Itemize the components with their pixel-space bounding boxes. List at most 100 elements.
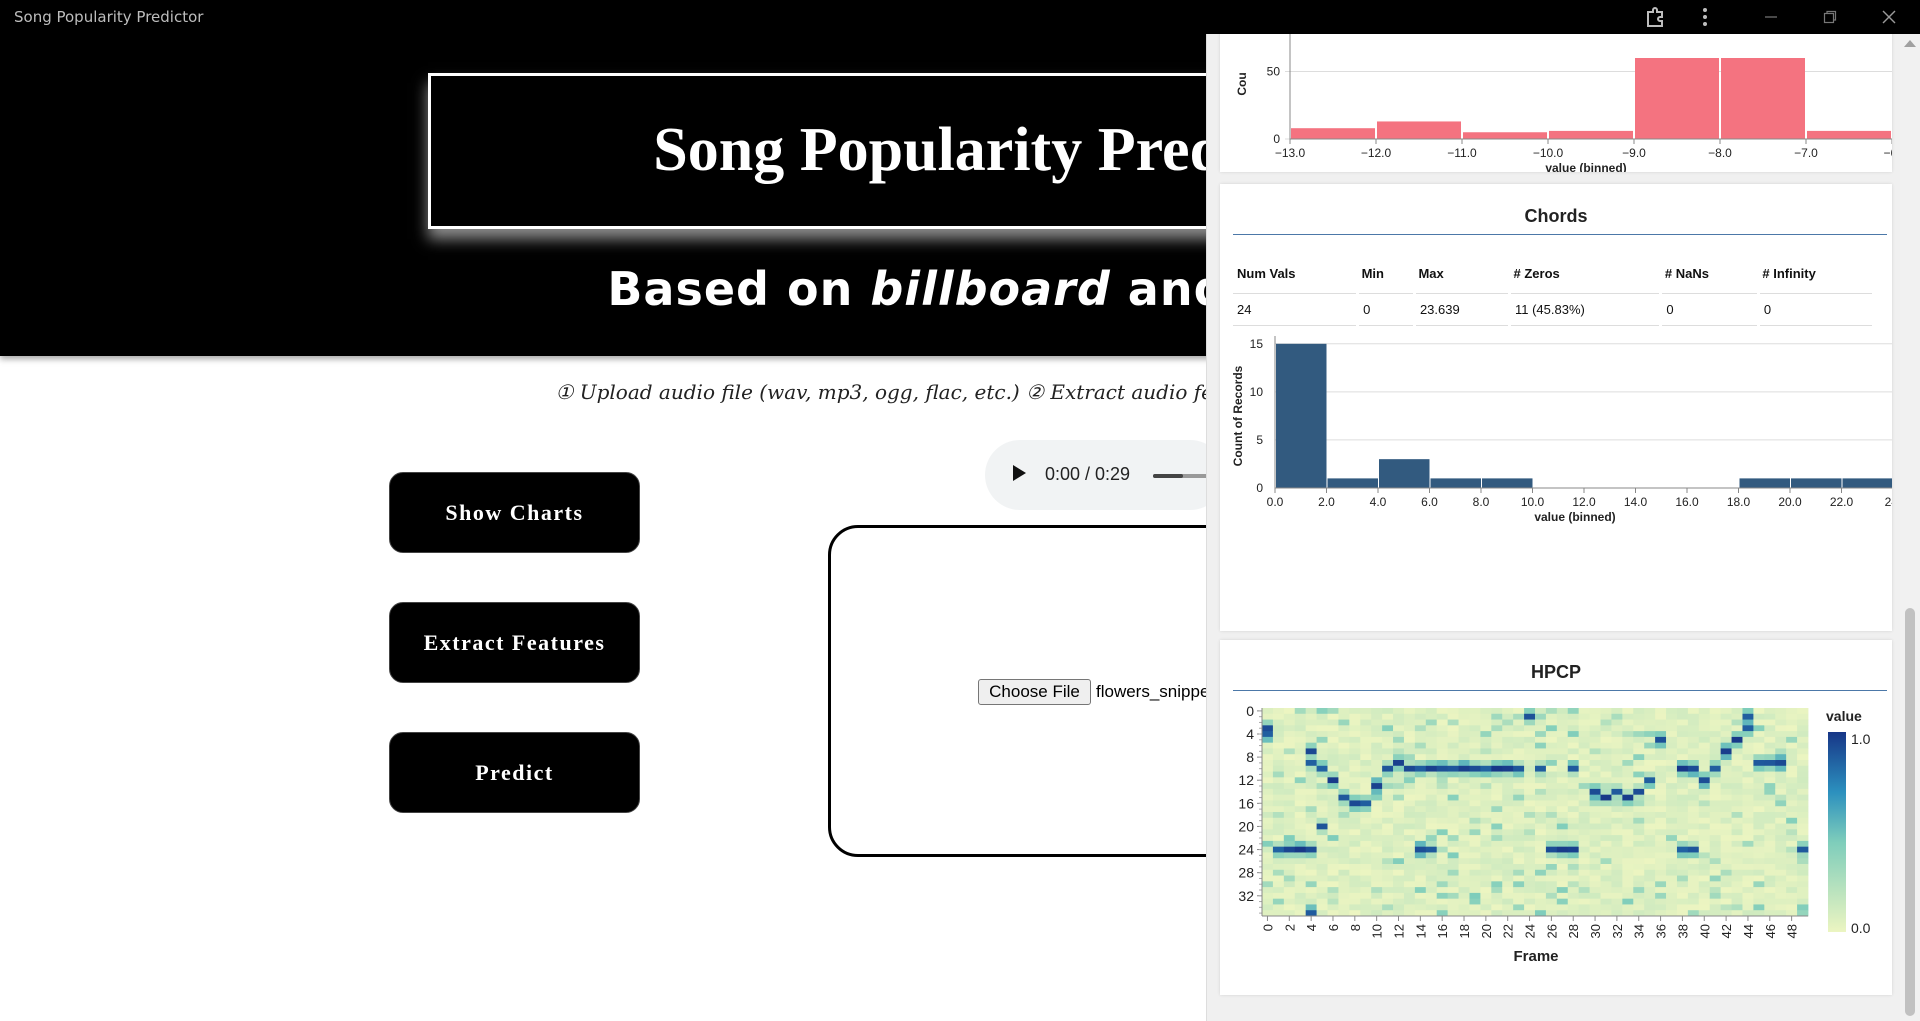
heatmap-cell: [1545, 725, 1558, 732]
heatmap-cell: [1469, 910, 1481, 917]
restore-icon[interactable]: [1816, 4, 1844, 30]
kebab-menu-icon[interactable]: [1691, 4, 1719, 30]
heatmap-cell: [1403, 858, 1416, 865]
heatmap-cell: [1283, 858, 1296, 865]
heatmap-cell: [1349, 731, 1361, 738]
heatmap-cell: [1436, 777, 1449, 784]
heatmap-cell: [1414, 812, 1427, 819]
heatmap-cell: [1666, 794, 1678, 801]
heatmap-cell: [1655, 881, 1667, 888]
heatmap-cell: [1513, 760, 1525, 767]
heatmap-cell: [1371, 777, 1383, 784]
heatmap-cell: [1360, 736, 1372, 744]
heatmap-cell: [1742, 806, 1754, 813]
scrollbar-thumb[interactable]: [1905, 608, 1915, 1016]
heatmap-cell: [1567, 892, 1580, 900]
heatmap-cell: [1775, 898, 1787, 905]
heatmap-cell: [1676, 858, 1689, 865]
heatmap-cell: [1349, 846, 1361, 853]
heatmap-cell: [1382, 829, 1394, 836]
heatmap-cell: [1709, 800, 1722, 807]
heatmap-cell: [1764, 823, 1776, 830]
heatmap-cell: [1633, 794, 1645, 801]
heatmap-cell: [1513, 713, 1525, 720]
heatmap-cell: [1687, 719, 1700, 726]
heatmap-cell: [1676, 777, 1689, 784]
heatmap-cell: [1535, 869, 1547, 876]
heatmap-cell: [1305, 725, 1317, 732]
extract-features-button[interactable]: Extract Features: [389, 602, 640, 683]
heatmap-cell: [1502, 852, 1514, 859]
heatmap-cell: [1655, 864, 1667, 871]
heatmap-cell: [1316, 742, 1328, 749]
heatmap-cell: [1393, 719, 1405, 726]
heatmap-cell: [1633, 829, 1645, 836]
heatmap-cell: [1316, 823, 1328, 830]
heatmap-cell: [1742, 748, 1754, 755]
heatmap-cell: [1655, 835, 1667, 842]
heatmap-cell: [1556, 713, 1569, 720]
heatmap-cell: [1524, 765, 1536, 772]
heatmap-cell: [1545, 817, 1558, 824]
heatmap-cell: [1720, 742, 1732, 749]
heatmap-cell: [1666, 887, 1678, 894]
heatmap-cell: [1502, 800, 1514, 807]
heatmap-cell: [1458, 881, 1470, 888]
x-tick-label: 12.0: [1572, 495, 1596, 509]
heatmap-cell: [1305, 754, 1317, 761]
heatmap-cell: [1458, 840, 1470, 848]
x-tick-label: 24: [1523, 924, 1538, 938]
heatmap-cell: [1327, 881, 1339, 888]
x-tick-label: 26: [1544, 924, 1559, 938]
heatmap-cell: [1458, 887, 1470, 894]
heatmap-cell: [1524, 742, 1536, 749]
predict-button[interactable]: Predict: [389, 732, 640, 813]
heatmap-cell: [1720, 910, 1732, 917]
heatmap-cell: [1622, 748, 1634, 755]
heatmap-cell: [1338, 869, 1350, 876]
heatmap-cell: [1611, 840, 1623, 848]
heatmap-cell: [1371, 731, 1383, 738]
x-tick-label: 4: [1304, 924, 1319, 931]
close-icon[interactable]: [1875, 4, 1903, 30]
heatmap-cell: [1535, 788, 1547, 796]
heatmap-cell: [1655, 777, 1667, 784]
heatmap-cell: [1414, 904, 1427, 911]
heatmap-cell: [1797, 846, 1809, 853]
heatmap-cell: [1403, 864, 1416, 871]
heatmap-cell: [1338, 846, 1350, 853]
y-tick-label: 5: [1256, 433, 1263, 447]
extensions-icon[interactable]: [1641, 4, 1669, 30]
heatmap-cell: [1458, 754, 1470, 761]
heatmap-cell: [1633, 840, 1645, 848]
panel-scrollbar[interactable]: [1900, 34, 1920, 1021]
heatmap-cell: [1524, 829, 1536, 836]
heatmap-cell: [1360, 760, 1372, 767]
choose-file-button[interactable]: Choose File: [978, 679, 1091, 705]
heatmap-cell: [1436, 829, 1449, 836]
heatmap-cell: [1622, 812, 1634, 819]
heatmap-cell: [1491, 898, 1503, 905]
heatmap-cell: [1469, 765, 1481, 772]
heatmap-cell: [1644, 812, 1656, 819]
minimize-icon[interactable]: [1757, 4, 1785, 30]
heatmap-cell: [1403, 783, 1416, 790]
heatmap-cell: [1305, 904, 1317, 911]
heatmap-cell: [1436, 910, 1449, 917]
heatmap-cell: [1786, 864, 1798, 871]
heatmap-cell: [1567, 713, 1580, 720]
play-icon[interactable]: [1013, 465, 1026, 481]
heatmap-cell: [1382, 887, 1394, 894]
heatmap-cell: [1414, 840, 1427, 848]
heatmap-cell: [1687, 910, 1700, 917]
scroll-up-icon[interactable]: [1904, 40, 1916, 47]
heatmap-cell: [1567, 852, 1580, 859]
heatmap-cell: [1731, 736, 1743, 744]
heatmap-cell: [1327, 823, 1339, 830]
heatmap-cell: [1709, 788, 1722, 796]
heatmap-cell: [1731, 846, 1743, 853]
heatmap-cell: [1731, 898, 1743, 905]
heatmap-cell: [1797, 887, 1809, 894]
heatmap-cell: [1338, 898, 1350, 905]
show-charts-button[interactable]: Show Charts: [389, 472, 640, 553]
